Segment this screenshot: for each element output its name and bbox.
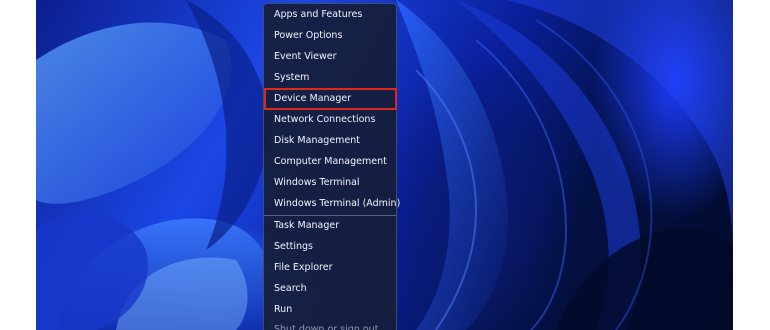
menu-item-windows-terminal-admin[interactable]: Windows Terminal (Admin) [270,194,400,213]
menu-item-disk-management[interactable]: Disk Management [270,131,390,150]
desktop-wallpaper: Apps and Features Power Options Event Vi… [36,0,733,330]
menu-item-apps-and-features[interactable]: Apps and Features [270,5,390,24]
menu-item-task-manager[interactable]: Task Manager [270,216,390,235]
device-manager-highlight-box [264,88,397,110]
menu-item-system[interactable]: System [270,68,390,87]
menu-item-event-viewer[interactable]: Event Viewer [270,47,390,66]
menu-item-run[interactable]: Run [270,300,390,319]
menu-item-search[interactable]: Search [270,279,390,298]
menu-item-network-connections[interactable]: Network Connections [270,110,390,129]
menu-item-windows-terminal[interactable]: Windows Terminal [270,173,390,192]
menu-item-power-options[interactable]: Power Options [270,26,390,45]
menu-item-settings[interactable]: Settings [270,237,390,256]
quick-link-context-menu: Apps and Features Power Options Event Vi… [263,3,400,330]
menu-item-shut-down-or-sign-out[interactable]: Shut down or sign out [270,320,390,330]
menu-item-computer-management[interactable]: Computer Management [270,152,390,171]
menu-item-file-explorer[interactable]: File Explorer [270,258,390,277]
